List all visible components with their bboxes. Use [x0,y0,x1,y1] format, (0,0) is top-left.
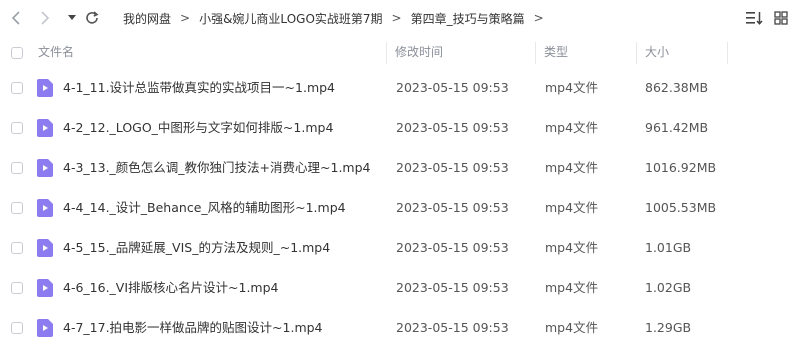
row-checkbox[interactable] [11,322,23,334]
toolbar: 我的网盘 > 小强&婉儿商业LOGO实战班第7期 > 第四章_技巧与策略篇 > [0,0,797,36]
caret-down-icon[interactable] [62,8,82,28]
row-checkbox[interactable] [11,162,23,174]
file-type: mp4文件 [545,120,599,135]
file-type: mp4文件 [545,200,599,215]
file-size: 961.42MB [645,120,709,135]
file-time: 2023-05-15 09:53 [396,80,509,95]
video-file-icon [37,119,53,137]
file-name[interactable]: 4-6_16._VI排版核心名片设计~1.mp4 [63,268,279,308]
file-name[interactable]: 4-1_11.设计总监带做真实的实战项目一~1.mp4 [63,68,335,108]
file-name[interactable]: 4-5_15._品牌延展_VIS_的方法及规则_~1.mp4 [63,228,330,268]
video-file-icon [37,279,53,297]
file-type: mp4文件 [545,320,599,335]
video-file-icon [37,159,53,177]
file-type: mp4文件 [545,160,599,175]
column-time[interactable]: 修改时间 [387,38,535,67]
file-size: 1.29GB [645,320,692,335]
select-all-checkbox[interactable] [11,47,23,59]
video-file-icon [37,319,53,337]
file-row[interactable]: 4-1_11.设计总监带做真实的实战项目一~1.mp4 2023-05-15 0… [0,68,797,108]
refresh-icon[interactable] [82,8,102,28]
file-name[interactable]: 4-7_17.拍电影一样做品牌的贴图设计~1.mp4 [63,308,323,348]
file-type: mp4文件 [545,280,599,295]
file-type: mp4文件 [545,240,599,255]
file-time: 2023-05-15 09:53 [396,240,509,255]
file-size: 862.38MB [645,80,709,95]
chevron-left-icon[interactable] [6,8,26,28]
column-divider [727,42,728,64]
file-size: 1016.92MB [645,160,717,175]
row-checkbox[interactable] [11,202,23,214]
breadcrumb-item-course[interactable]: 小强&婉儿商业LOGO实战班第7期 [199,10,382,27]
file-row[interactable]: 4-3_13._颜色怎么调_教你独门技法+消费心理~1.mp4 2023-05-… [0,148,797,188]
file-row[interactable]: 4-7_17.拍电影一样做品牌的贴图设计~1.mp4 2023-05-15 09… [0,308,797,348]
breadcrumb: 我的网盘 > 小强&婉儿商业LOGO实战班第7期 > 第四章_技巧与策略篇 > [123,9,553,27]
file-name[interactable]: 4-2_12._LOGO_中图形与文字如何排版~1.mp4 [63,108,333,148]
file-time: 2023-05-15 09:53 [396,160,509,175]
row-checkbox[interactable] [11,82,23,94]
breadcrumb-separator-icon: > [391,11,402,25]
breadcrumb-separator-icon: > [533,11,544,25]
file-time: 2023-05-15 09:53 [396,200,509,215]
file-time: 2023-05-15 09:53 [396,120,509,135]
column-type[interactable]: 类型 [536,38,636,67]
file-row[interactable]: 4-5_15._品牌延展_VIS_的方法及规则_~1.mp4 2023-05-1… [0,228,797,268]
file-time: 2023-05-15 09:53 [396,320,509,335]
file-row[interactable]: 4-2_12._LOGO_中图形与文字如何排版~1.mp4 2023-05-15… [0,108,797,148]
column-name[interactable]: 文件名 [30,38,386,67]
grid-view-icon[interactable] [774,9,788,27]
file-name[interactable]: 4-4_14._设计_Behance_风格的辅助图形~1.mp4 [63,188,346,228]
file-time: 2023-05-15 09:53 [396,280,509,295]
breadcrumb-item-chapter[interactable]: 第四章_技巧与策略篇 [411,10,525,27]
video-file-icon [37,239,53,257]
row-checkbox[interactable] [11,122,23,134]
row-checkbox[interactable] [11,282,23,294]
video-file-icon [37,199,53,217]
file-name[interactable]: 4-3_13._颜色怎么调_教你独门技法+消费心理~1.mp4 [63,148,370,188]
column-header: 文件名 修改时间 类型 大小 [0,38,797,67]
file-row[interactable]: 4-6_16._VI排版核心名片设计~1.mp4 2023-05-15 09:5… [0,268,797,308]
file-type: mp4文件 [545,80,599,95]
column-size[interactable]: 大小 [637,38,727,67]
file-size: 1005.53MB [645,200,717,215]
file-row[interactable]: 4-4_14._设计_Behance_风格的辅助图形~1.mp4 2023-05… [0,188,797,228]
breadcrumb-separator-icon: > [180,11,191,25]
breadcrumb-item-root[interactable]: 我的网盘 [123,10,171,27]
row-checkbox[interactable] [11,242,23,254]
chevron-right-icon[interactable] [35,8,55,28]
file-size: 1.02GB [645,280,692,295]
video-file-icon [37,79,53,97]
file-size: 1.01GB [645,240,692,255]
sort-list-icon[interactable] [746,9,764,27]
